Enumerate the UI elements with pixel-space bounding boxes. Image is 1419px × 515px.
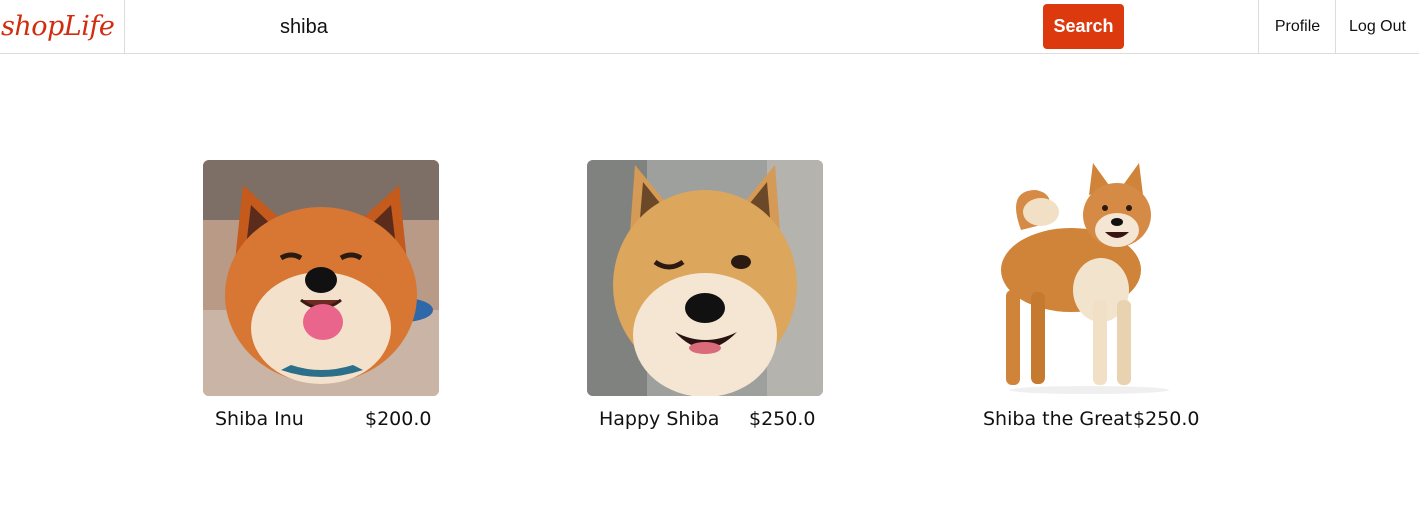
top-navbar: shopLife Search Profile Log Out [0, 0, 1419, 54]
profile-link[interactable]: Profile [1258, 0, 1336, 53]
product-name[interactable]: Shiba Inu [215, 408, 304, 430]
product-name[interactable]: Happy Shiba [599, 408, 719, 430]
search-input[interactable] [270, 9, 1010, 45]
shoplife-logo[interactable]: shopLife [0, 0, 125, 53]
product-price: $250.0 [749, 408, 816, 430]
shiba-standing-image [971, 160, 1207, 396]
product-price: $250.0 [1133, 408, 1200, 430]
product-image-happy-shiba[interactable] [587, 160, 823, 396]
logout-link[interactable]: Log Out [1335, 0, 1419, 53]
product-name[interactable]: Shiba the Great [983, 408, 1132, 430]
shiba-face-image [203, 160, 439, 396]
search-button[interactable]: Search [1043, 4, 1124, 49]
shiba-wink-image [587, 160, 823, 396]
product-image-shiba-inu[interactable] [203, 160, 439, 396]
product-price: $200.0 [365, 408, 432, 430]
product-image-shiba-the-great[interactable] [971, 160, 1207, 396]
